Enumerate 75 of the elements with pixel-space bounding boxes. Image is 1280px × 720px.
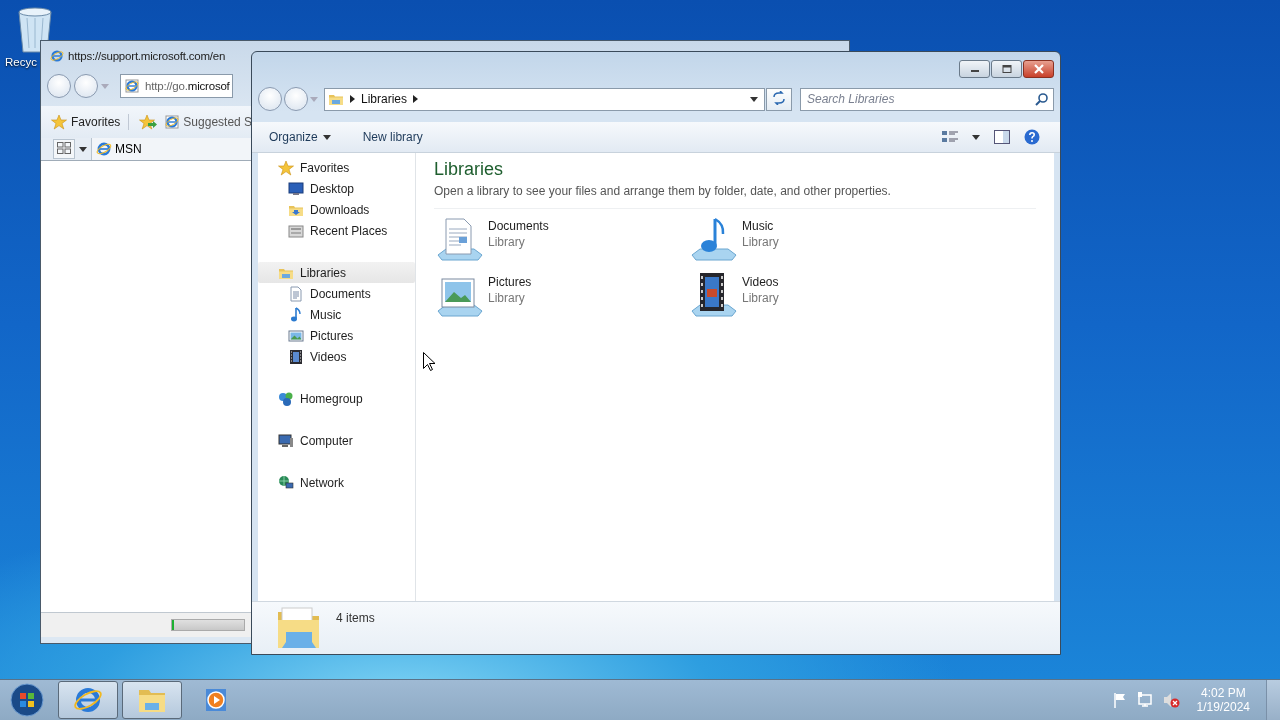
browser-logo-icon [50, 49, 64, 63]
nav-item[interactable]: Homegroup [258, 388, 415, 409]
forward-button[interactable] [284, 87, 308, 111]
nav-item[interactable]: Videos [258, 346, 415, 367]
refresh-icon [772, 90, 786, 105]
item-count: 4 items [336, 611, 375, 625]
page-icon [165, 115, 180, 129]
breadcrumb-item[interactable]: Libraries [361, 92, 408, 106]
back-button[interactable] [258, 87, 282, 111]
add-favorite-icon[interactable] [128, 114, 158, 130]
nav-item[interactable]: Documents [258, 283, 415, 304]
document-icon [288, 285, 304, 302]
view-menu-button[interactable] [972, 134, 980, 140]
library-name[interactable]: Videos [742, 275, 779, 289]
search-field[interactable]: Search Libraries [800, 87, 1054, 111]
help-icon[interactable] [1024, 129, 1040, 145]
library-type: Library [488, 235, 526, 249]
library-type: Library [488, 291, 526, 305]
maximize-icon [1001, 65, 1012, 73]
address-bar[interactable]: http://go.microsof [120, 74, 233, 98]
recycle-bin-icon[interactable] [15, 6, 55, 54]
nav-item[interactable]: Pictures [258, 325, 415, 346]
file-explorer-app-icon[interactable] [122, 681, 182, 719]
breadcrumb-arrow-icon[interactable] [413, 95, 419, 103]
maximize-button[interactable] [991, 60, 1022, 78]
close-button[interactable] [1023, 60, 1054, 78]
mouse-pointer-icon [423, 352, 435, 371]
tab-list-button[interactable] [79, 146, 87, 152]
nav-item[interactable]: Recent Places [258, 220, 415, 241]
favorites-button[interactable]: Favorites [49, 112, 123, 132]
star-icon [278, 159, 294, 176]
minimize-button[interactable] [959, 60, 990, 78]
breadcrumb-arrow-icon[interactable] [350, 95, 355, 103]
refresh-button[interactable] [766, 87, 792, 111]
nav-item[interactable]: Libraries [258, 262, 415, 283]
library-type: Library [742, 235, 779, 249]
nav-item[interactable]: Music [258, 304, 415, 325]
picture-icon [288, 327, 304, 344]
clock-time: 4:02 PM [1200, 686, 1246, 700]
browser-logo-icon [96, 141, 112, 157]
library-folder-icon [276, 606, 322, 650]
nav-item[interactable]: Network [258, 472, 415, 493]
nav-item[interactable]: Favorites [258, 157, 415, 178]
library-name[interactable]: Pictures [488, 275, 532, 289]
content-description: Open a library to see your files and arrange them by folder, date, and other properties. [434, 184, 1036, 209]
network-icon [278, 474, 294, 491]
volume-muted-icon[interactable] [1162, 692, 1181, 708]
clock-date: 1/19/2024 [1196, 700, 1250, 714]
window-title: https://support.microsoft.com/en [68, 50, 226, 62]
homegroup-icon [278, 390, 294, 407]
desktop-icon [288, 180, 304, 197]
address-text: http://go.microsof [145, 80, 230, 92]
library-name[interactable]: Music [742, 219, 779, 233]
page-icon [125, 79, 139, 93]
film-icon [288, 348, 304, 365]
back-button[interactable] [47, 74, 71, 98]
music-note-icon [288, 306, 304, 323]
star-icon [51, 114, 67, 130]
nav-item[interactable]: Computer [258, 430, 415, 451]
nav-item[interactable]: Desktop [258, 178, 415, 199]
forward-button[interactable] [74, 74, 98, 98]
quick-tabs-button[interactable] [53, 139, 75, 159]
library-name[interactable]: Documents [488, 219, 549, 233]
preview-pane-icon[interactable] [994, 130, 1010, 144]
view-options-icon[interactable] [942, 130, 958, 144]
address-bar[interactable]: Libraries [324, 87, 765, 111]
content-title: Libraries [434, 159, 505, 180]
desktop-icon-label[interactable]: Recyc [5, 56, 37, 68]
search-icon[interactable] [1035, 91, 1049, 106]
address-history-button[interactable] [750, 96, 758, 102]
nav-item[interactable]: Downloads [258, 199, 415, 220]
browser-app-icon[interactable] [58, 681, 118, 719]
library-type: Library [742, 291, 779, 305]
close-icon [1032, 64, 1045, 74]
computer-icon [278, 432, 294, 449]
